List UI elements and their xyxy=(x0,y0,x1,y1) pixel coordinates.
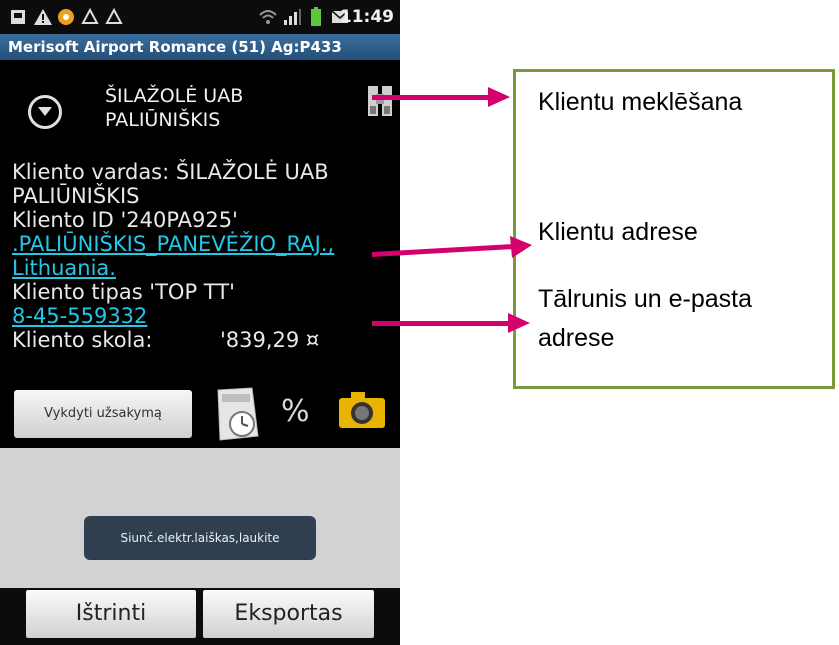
arrow-address xyxy=(372,236,532,258)
arrow-search xyxy=(372,87,510,107)
annotation-arrows xyxy=(372,87,532,333)
arrow-phone-email xyxy=(372,313,530,333)
